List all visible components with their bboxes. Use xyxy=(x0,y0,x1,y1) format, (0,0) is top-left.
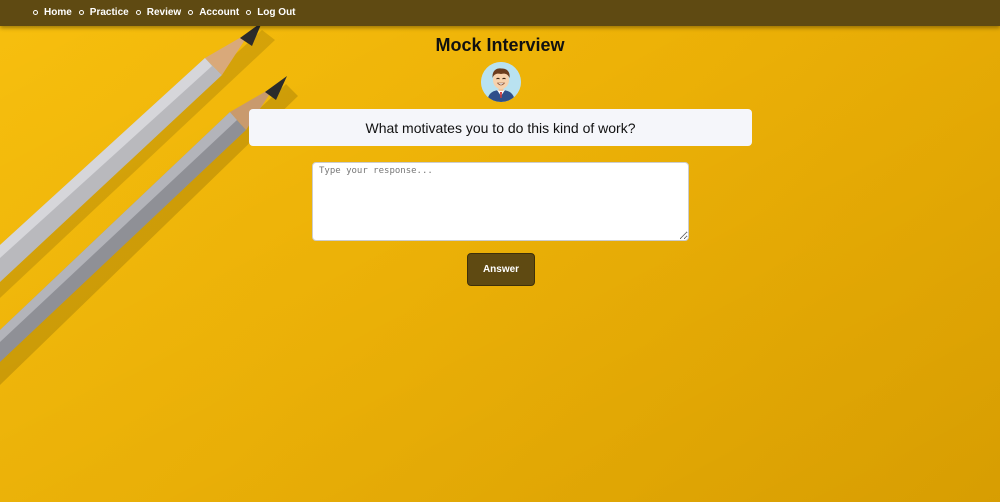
bullet-icon xyxy=(188,9,194,15)
bullet-icon xyxy=(135,9,141,15)
nav-item-log-out[interactable]: Log Out xyxy=(246,6,296,18)
nav-item-practice[interactable]: Practice xyxy=(78,6,129,18)
page-title: Mock Interview xyxy=(435,35,565,55)
nav-item-label: Home xyxy=(44,6,72,18)
nav-item-home[interactable]: Home xyxy=(33,7,72,18)
answer-button[interactable]: Answer xyxy=(467,253,535,286)
nav-item-label: Review xyxy=(146,6,182,18)
nav-menu: Home Practice Review Account Log Out xyxy=(0,0,1000,24)
interviewer-avatar-icon xyxy=(481,62,521,102)
bullet-icon xyxy=(78,9,84,15)
question-box: What motivates you to do this kind of wo… xyxy=(249,109,752,146)
nav-item-label: Log Out xyxy=(257,6,296,18)
nav-item-label: Account xyxy=(199,6,240,18)
bullet-icon xyxy=(33,9,38,15)
top-navbar: Home Practice Review Account Log Out xyxy=(0,0,1000,26)
nav-item-account[interactable]: Account xyxy=(188,7,239,18)
bullet-icon xyxy=(246,9,252,15)
question-text: What motivates you to do this kind of wo… xyxy=(365,119,636,136)
nav-item-review[interactable]: Review xyxy=(135,6,182,18)
response-textarea[interactable] xyxy=(312,162,689,241)
nav-item-label: Practice xyxy=(89,6,129,18)
